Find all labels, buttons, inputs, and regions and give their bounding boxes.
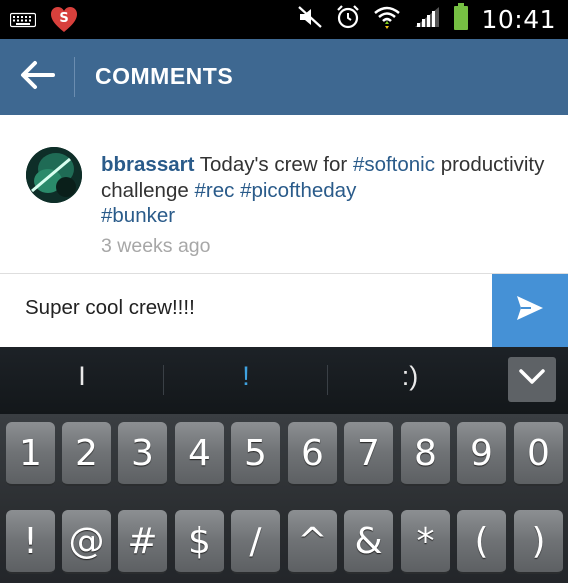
collapse-keyboard-button[interactable]: [508, 357, 556, 402]
svg-text:S: S: [59, 11, 68, 26]
page-title: COMMENTS: [95, 63, 234, 89]
keyboard-row-numbers: 1 2 3 4 5 6 7 8 9 0: [0, 422, 568, 488]
username-link[interactable]: bbrassart: [101, 153, 194, 176]
key-asterisk[interactable]: *: [401, 510, 450, 574]
key-9[interactable]: 9: [457, 422, 506, 486]
key-hash[interactable]: #: [118, 510, 167, 574]
signal-icon: [413, 5, 441, 34]
key-8[interactable]: 8: [401, 422, 450, 486]
timestamp: 3 weeks ago: [101, 235, 211, 257]
chevron-down-icon: [518, 368, 546, 391]
send-icon: [515, 294, 545, 327]
key-left-paren[interactable]: (: [457, 510, 506, 574]
key-right-paren[interactable]: ): [514, 510, 563, 574]
key-0[interactable]: 0: [514, 422, 563, 486]
suggestion-divider: [327, 365, 328, 395]
key-6[interactable]: 6: [288, 422, 337, 486]
caption-segment: Today's crew for: [194, 153, 353, 176]
hashtag-link[interactable]: #picoftheday: [240, 179, 356, 202]
battery-icon: [453, 3, 469, 36]
hashtag-link[interactable]: #rec: [194, 179, 234, 202]
key-5[interactable]: 5: [231, 422, 280, 486]
clock: 10:41: [481, 5, 556, 34]
comment-input[interactable]: Super cool crew!!!!: [25, 296, 195, 320]
status-bar: S 10:41: [0, 0, 568, 39]
mute-icon: [297, 5, 323, 34]
key-caret[interactable]: ^: [288, 510, 337, 574]
post-caption: bbrassart Today's crew for #softonic pro…: [0, 115, 568, 273]
keyboard-icon: [9, 11, 37, 34]
key-2[interactable]: 2: [62, 422, 111, 486]
action-bar: COMMENTS: [0, 39, 568, 115]
key-slash[interactable]: /: [231, 510, 280, 574]
suggestion-divider: [163, 365, 164, 395]
key-dollar[interactable]: $: [175, 510, 224, 574]
suggestion-item[interactable]: I: [52, 361, 112, 392]
key-4[interactable]: 4: [175, 422, 224, 486]
key-at[interactable]: @: [62, 510, 111, 574]
alarm-icon: [335, 4, 361, 35]
comment-composer: Super cool crew!!!!: [0, 273, 568, 347]
key-1[interactable]: 1: [6, 422, 55, 486]
key-7[interactable]: 7: [344, 422, 393, 486]
keyboard: 1 2 3 4 5 6 7 8 9 0 ! @ # $ / ^ & * ( ): [0, 414, 568, 583]
softonic-heart-icon: S: [50, 6, 78, 39]
hashtag-link[interactable]: #softonic: [353, 153, 435, 176]
action-bar-divider: [74, 57, 75, 97]
hashtag-link[interactable]: #bunker: [101, 204, 175, 227]
key-exclamation[interactable]: !: [6, 510, 55, 574]
caption-text: bbrassart Today's crew for #softonic pro…: [101, 152, 551, 229]
keyboard-row-symbols: ! @ # $ / ^ & * ( ): [0, 510, 568, 576]
back-button[interactable]: [14, 57, 60, 97]
avatar[interactable]: [26, 147, 82, 203]
suggestion-strip: I ! :): [0, 347, 568, 414]
suggestion-item[interactable]: :): [380, 361, 440, 392]
key-ampersand[interactable]: &: [344, 510, 393, 574]
suggestion-item-selected[interactable]: !: [216, 361, 276, 392]
key-3[interactable]: 3: [118, 422, 167, 486]
back-arrow-icon: [19, 60, 55, 95]
send-button[interactable]: [492, 274, 568, 347]
wifi-icon: [373, 4, 401, 35]
